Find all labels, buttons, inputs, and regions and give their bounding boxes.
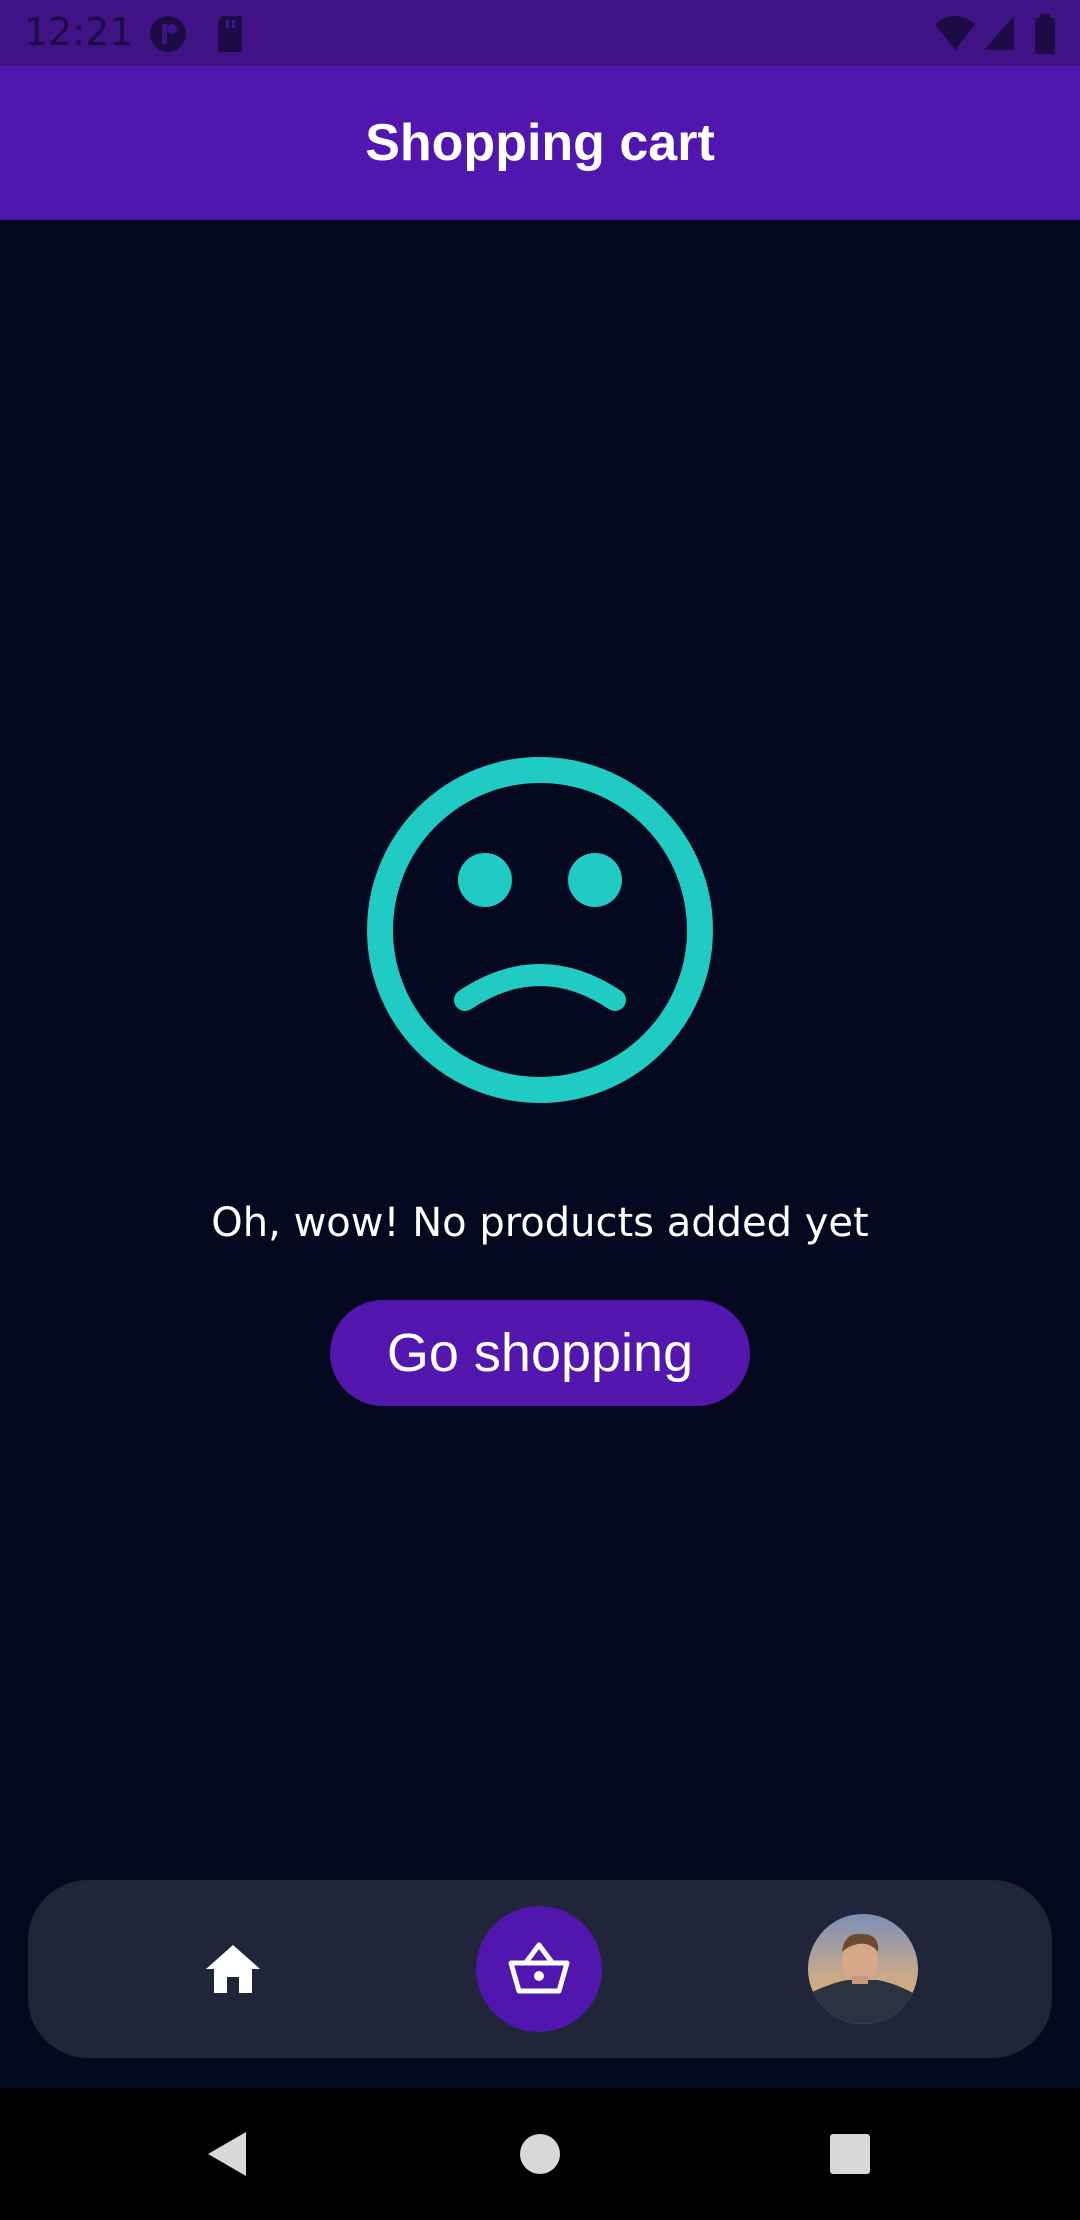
- back-triangle-icon: [208, 2132, 246, 2176]
- home-circle-icon: [520, 2134, 560, 2174]
- status-bar: 12:21: [0, 0, 1080, 66]
- recents-square-icon: [830, 2134, 870, 2174]
- sad-face-icon: [360, 750, 720, 1110]
- app-notification-icon: [148, 14, 188, 59]
- page-title: Shopping cart: [365, 114, 715, 172]
- avatar[interactable]: [808, 1914, 918, 2024]
- wifi-icon: [934, 14, 976, 57]
- basket-icon: [508, 1942, 570, 1994]
- recents-button[interactable]: [820, 2124, 880, 2184]
- battery-icon: [1034, 14, 1056, 59]
- screen: 12:21 Shopping cart Oh, wow! No products…: [0, 0, 1080, 2220]
- empty-cart-message: Oh, wow! No products added yet: [211, 1200, 869, 1246]
- go-shopping-button[interactable]: Go shopping: [330, 1300, 750, 1406]
- app-bar: Shopping cart: [0, 66, 1080, 220]
- system-nav-bar: [0, 2088, 1080, 2220]
- back-button[interactable]: [196, 2124, 256, 2184]
- home-icon: [206, 1945, 260, 1993]
- bottom-nav: [28, 1880, 1052, 2058]
- home-system-button[interactable]: [510, 2124, 570, 2184]
- nav-cart-button[interactable]: [476, 1906, 602, 2032]
- nav-home-button[interactable]: [188, 1924, 278, 2014]
- cell-signal-icon: [982, 14, 1016, 57]
- sd-card-icon: [214, 14, 246, 59]
- status-time: 12:21: [24, 10, 134, 54]
